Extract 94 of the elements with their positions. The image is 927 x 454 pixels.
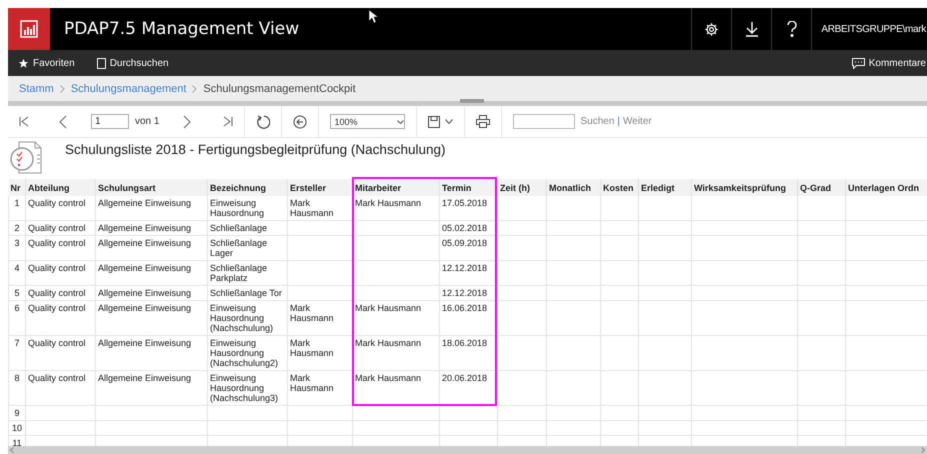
table-cell: 20.06.2018 — [440, 370, 498, 406]
table-cell: 17.05.2018 — [440, 196, 498, 220]
chevron-icon — [192, 84, 198, 92]
column-header[interactable]: Q-Grad — [798, 179, 846, 196]
table-cell: 5 — [8, 286, 26, 300]
caret-icon[interactable] — [397, 120, 404, 124]
book-icon[interactable] — [96, 58, 106, 68]
next-page-button[interactable] — [183, 114, 192, 128]
table-cell: 2 — [8, 220, 26, 236]
table-cell: Schließanlage — [208, 220, 288, 236]
table-cell: 8 — [8, 370, 26, 406]
comments-link[interactable]: Kommentare — [852, 58, 926, 68]
table-cell: 18.06.2018 — [440, 336, 498, 370]
column-header[interactable]: Unterlagen Ordn — [846, 179, 927, 196]
table-cell: Schließanlage Tor — [208, 286, 288, 300]
search-link[interactable]: Suchen — [580, 116, 614, 127]
table-cell: Allgemeine Einweisung — [96, 236, 208, 260]
table-cell: Allgemeine Einweisung — [96, 286, 208, 300]
table-cell: Einweisung Hausordnung (Nachschulung3) — [208, 370, 288, 406]
table-cell: Einweisung Hausordnung — [208, 196, 288, 220]
table-cell: Mark Hausmann — [352, 196, 440, 220]
table-cell: Allgemeine Einweisung — [96, 336, 208, 370]
splitter-handle-icon[interactable] — [460, 99, 484, 103]
table-cell: Schließanlage Lager — [208, 236, 288, 260]
table-cell: Allgemeine Einweisung — [96, 220, 208, 236]
settings-icon[interactable] — [704, 22, 720, 36]
favorites-link[interactable]: Favoriten — [18, 58, 75, 68]
search-field[interactable] — [513, 114, 576, 129]
last-page-button[interactable] — [223, 116, 234, 127]
table-cell: 3 — [8, 236, 26, 260]
separator-text: | — [617, 116, 620, 127]
column-header[interactable]: Zeit (h) — [498, 179, 546, 196]
table-cell: 10 — [8, 420, 26, 436]
table-cell: Schließanlage Parkplatz — [208, 260, 288, 286]
table-cell: Quality control — [26, 220, 96, 236]
table-cell: Quality control — [26, 370, 96, 406]
app-title: PDAP7.5 Management View — [64, 19, 300, 39]
column-header[interactable]: Ersteller — [288, 179, 352, 196]
star-icon[interactable] — [18, 58, 29, 68]
table-cell: 16.06.2018 — [440, 300, 498, 336]
save-button[interactable] — [428, 116, 440, 128]
table-cell: Mark Hausmann — [352, 300, 440, 336]
comment-icon[interactable] — [852, 58, 865, 68]
table-cell: 05.02.2018 — [440, 220, 498, 236]
column-header[interactable]: Wirksamkeitsprüfung — [692, 179, 798, 196]
table-cell: 4 — [8, 260, 26, 286]
report-title: Schulungsliste 2018 - Fertigungsbegleitprüfung (Nachschulung) — [65, 141, 446, 157]
table-cell: Quality control — [26, 260, 96, 286]
table-cell: 05.09.2018 — [440, 236, 498, 260]
table-cell: Quality control — [26, 336, 96, 370]
table-cell: 1 — [8, 196, 26, 220]
browse-link[interactable]: Durchsuchen — [96, 58, 169, 68]
table-cell: 6 — [8, 300, 26, 336]
table-cell: Einweisung Hausordnung (Nachschulung2) — [208, 336, 288, 370]
print-button[interactable] — [476, 115, 490, 128]
table-cell: Allgemeine Einweisung — [96, 260, 208, 286]
table-cell: Quality control — [26, 196, 96, 220]
column-header[interactable]: Abteilung — [26, 179, 96, 196]
table-cell: Allgemeine Einweisung — [96, 300, 208, 336]
table-cell: Allgemeine Einweisung — [96, 196, 208, 220]
download-icon[interactable] — [744, 21, 759, 37]
page-number-field[interactable]: 1 — [91, 114, 129, 129]
table-cell: Allgemeine Einweisung — [96, 370, 208, 406]
checklist-document-icon — [9, 141, 43, 174]
app-logo-icon — [8, 8, 50, 50]
table-cell: Mark Hausmann — [352, 336, 440, 370]
table-cell: 7 — [8, 336, 26, 370]
column-header[interactable]: Monatlich — [546, 179, 600, 196]
column-header[interactable]: Erledigt — [638, 179, 692, 196]
first-page-button[interactable] — [19, 116, 29, 127]
table-cell: 12.12.2018 — [440, 286, 498, 300]
column-header[interactable]: Bezeichnung — [208, 179, 288, 196]
column-header[interactable]: Termin — [440, 179, 498, 196]
breadcrumb-item: SchulungsmanagementCockpit — [203, 82, 356, 94]
back-button[interactable] — [293, 114, 308, 128]
column-header[interactable]: Schulungsart — [96, 179, 208, 196]
help-icon[interactable] — [786, 21, 797, 37]
next-link[interactable]: Weiter — [623, 116, 652, 127]
table-cell: 9 — [8, 406, 26, 420]
column-header[interactable]: Nr — [8, 179, 26, 196]
chevron-icon — [60, 84, 65, 92]
previous-page-button[interactable] — [59, 114, 67, 128]
column-header[interactable]: Kosten — [600, 179, 638, 196]
table-cell: Quality control — [26, 236, 96, 260]
column-header[interactable]: Mitarbeiter — [352, 179, 440, 196]
zoom-dropdown[interactable]: 100% — [330, 114, 406, 129]
table-cell: Einweisung Hausordnung (Nachschulung) — [208, 300, 288, 336]
refresh-button[interactable] — [256, 114, 270, 128]
table-cell: Mark Hausmann — [352, 370, 440, 406]
table-cell: Quality control — [26, 286, 96, 300]
table-cell: Quality control — [26, 300, 96, 336]
page-count: von 1 — [135, 116, 160, 127]
table-cell: 12.12.2018 — [440, 260, 498, 286]
caret-icon[interactable] — [445, 119, 454, 124]
